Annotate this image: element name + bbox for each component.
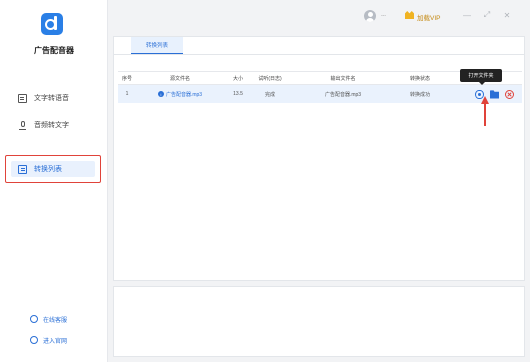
sidebar: 广告配音器 文字转语音 音频转文字 转换列表 在线客服 进入官网 (0, 0, 108, 362)
col-index: 序号 (121, 75, 132, 82)
col-size: 大小 (232, 75, 243, 82)
app-logo-icon (41, 13, 63, 35)
close-button[interactable]: ✕ (502, 10, 512, 20)
globe-icon (30, 336, 38, 344)
official-site-link[interactable]: 进入官网 (30, 334, 67, 346)
col-listen: 试听(日志) (258, 75, 282, 82)
tab-conversion-list[interactable]: 转换列表 (131, 37, 183, 55)
row-index: 1 (125, 91, 129, 97)
vip-button[interactable]: 加载VIP (417, 12, 440, 22)
col-status: 转换状态 (409, 75, 430, 82)
headset-icon (30, 315, 38, 323)
row-output: 广告配音器.mp3 (324, 91, 362, 98)
online-support-link[interactable]: 在线客服 (30, 313, 67, 325)
open-folder-tooltip: 打开文件夹 (460, 69, 502, 85)
row-source: i 广告配音器.mp3 (136, 91, 224, 98)
sidebar-item-label: 转换列表 (34, 166, 62, 173)
user-name: --- (381, 13, 386, 19)
table-row[interactable]: 1 i 广告配音器.mp3 13.5 完成 广告配音器.mp3 转换成功 (118, 85, 522, 103)
col-output: 输出文件名 (330, 75, 356, 82)
app-name: 广告配音器 (34, 46, 74, 55)
sidebar-item-label: 音频转文字 (34, 122, 69, 129)
red-arrow-shaft (484, 102, 486, 126)
microphone-icon (18, 120, 27, 130)
sidebar-item-label: 文字转语音 (34, 95, 69, 102)
col-source: 源文件名 (169, 75, 190, 82)
list-icon (18, 164, 27, 174)
row-source-name: 广告配音器.mp3 (165, 91, 203, 98)
sidebar-item-conversion-list[interactable]: 转换列表 (18, 162, 62, 176)
info-icon[interactable]: i (157, 91, 164, 97)
delete-icon[interactable] (505, 89, 514, 99)
maximize-button[interactable]: ⤢ (482, 10, 492, 20)
sidebar-item-text-to-speech[interactable]: 文字转语音 (18, 91, 69, 105)
row-listen: 完成 (264, 91, 275, 98)
open-folder-icon[interactable] (490, 90, 499, 99)
sidebar-item-speech-to-text[interactable]: 音频转文字 (18, 118, 69, 132)
bottom-panel (113, 286, 525, 357)
document-icon (18, 93, 27, 103)
row-size: 13.5 (233, 91, 243, 97)
online-support-label: 在线客服 (43, 317, 68, 324)
minimize-button[interactable]: — (462, 10, 472, 20)
row-status: 转换成功 (409, 91, 430, 98)
avatar[interactable] (364, 10, 376, 22)
official-site-label: 进入官网 (43, 338, 68, 345)
